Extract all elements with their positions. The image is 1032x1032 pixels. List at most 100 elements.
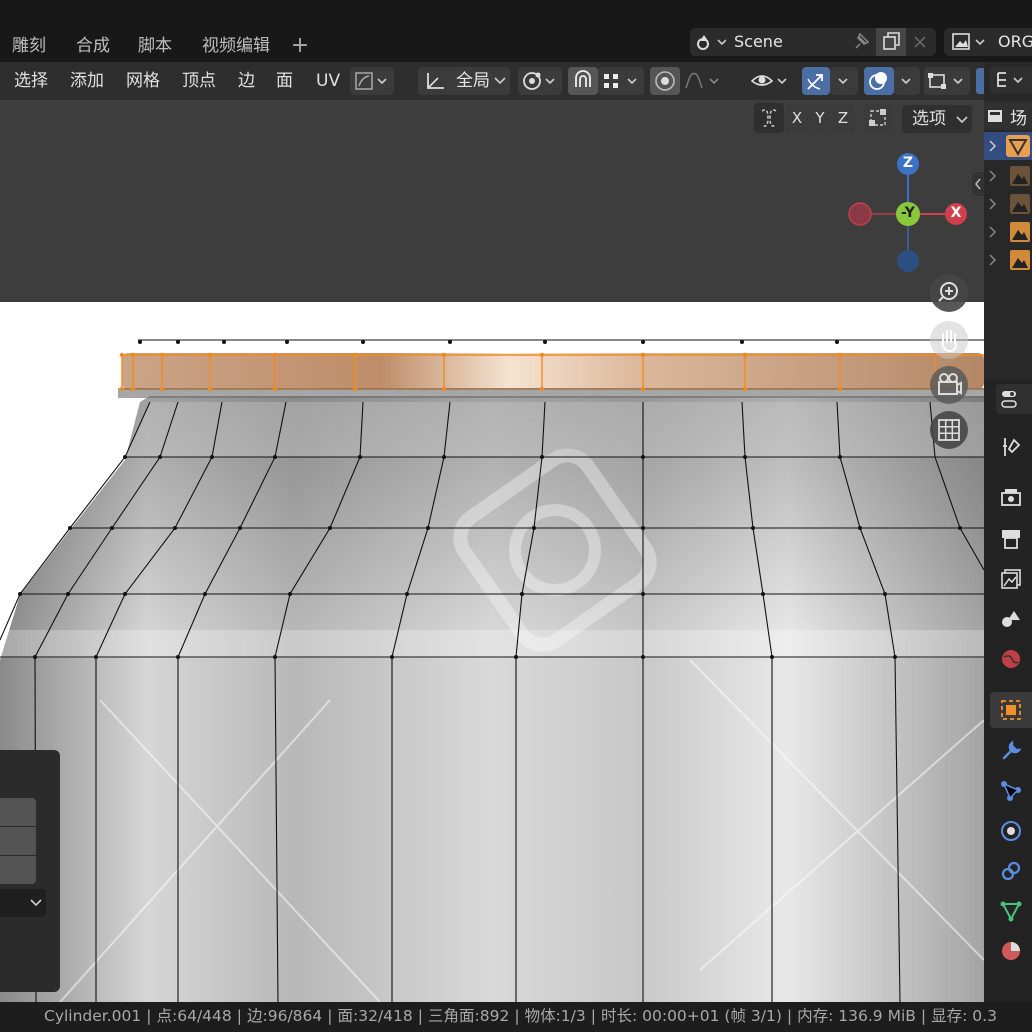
gizmo-toggle[interactable] bbox=[802, 67, 830, 95]
menu-add[interactable]: 添加 bbox=[70, 62, 104, 100]
gizmo-y-label: -Y bbox=[901, 205, 915, 221]
tool-icon[interactable] bbox=[1000, 436, 1022, 458]
menu-mesh[interactable]: 网格 bbox=[126, 62, 160, 100]
status-edges: 边:96/864 bbox=[247, 1007, 323, 1025]
material-icon[interactable] bbox=[1000, 940, 1022, 962]
zoom-button[interactable] bbox=[930, 274, 968, 312]
snap-toggle[interactable] bbox=[568, 67, 598, 95]
transform-pivot-icon bbox=[523, 72, 555, 90]
status-time: 时长: 00:00+01 (帧 3/1) bbox=[600, 1007, 782, 1025]
properties-editor-type[interactable] bbox=[996, 384, 1032, 414]
menu-face[interactable]: 面 bbox=[276, 62, 293, 100]
operator-dropdown[interactable] bbox=[0, 889, 46, 917]
3d-viewport[interactable]: Z X -Y bbox=[0, 100, 984, 1002]
output-icon[interactable] bbox=[1000, 528, 1022, 550]
transform-orientation-dropdown[interactable]: 全局 bbox=[418, 67, 510, 95]
view-layer-icon[interactable] bbox=[1000, 568, 1022, 590]
constraints-icon[interactable] bbox=[1000, 860, 1022, 882]
ortho-toggle-button[interactable] bbox=[930, 411, 968, 449]
physics-icon[interactable] bbox=[1000, 820, 1022, 842]
modifier-icon[interactable] bbox=[1000, 740, 1022, 762]
render-icon[interactable] bbox=[1000, 486, 1022, 508]
gizmo-z-label: Z bbox=[902, 155, 914, 171]
status-verts: 点:64/448 bbox=[156, 1007, 232, 1025]
outliner-row-2[interactable] bbox=[984, 162, 1032, 190]
uv-sync-dropdown[interactable] bbox=[350, 67, 394, 95]
overlay-dropdown[interactable] bbox=[894, 67, 920, 95]
chevron-down-icon bbox=[30, 899, 42, 907]
mirror-axis-group: X Y Z bbox=[746, 103, 896, 133]
pin-icon[interactable] bbox=[850, 32, 872, 52]
image-icon bbox=[952, 33, 985, 50]
tab-scripting[interactable]: 脚本 bbox=[138, 30, 172, 62]
gizmo-dropdown[interactable] bbox=[830, 67, 858, 95]
mesh-edit-overlay-dropdown[interactable] bbox=[924, 67, 970, 95]
status-faces: 面:32/418 bbox=[337, 1007, 413, 1025]
menu-select[interactable]: 选择 bbox=[14, 62, 48, 100]
scene-selector[interactable]: Scene bbox=[690, 28, 936, 56]
zoom-icon bbox=[938, 282, 958, 302]
scene-properties-icon[interactable] bbox=[1000, 608, 1022, 630]
visibility-icon bbox=[750, 75, 787, 86]
world-icon[interactable] bbox=[1000, 648, 1022, 670]
object-icon bbox=[1001, 700, 1021, 720]
sidebar-toggle[interactable] bbox=[972, 172, 984, 196]
mirror-y-button[interactable]: Y bbox=[809, 104, 831, 132]
camera-view-button[interactable] bbox=[930, 366, 968, 404]
scene-icon bbox=[697, 35, 726, 50]
object-properties-tab[interactable] bbox=[990, 692, 1032, 728]
xray-icon bbox=[928, 73, 963, 89]
status-tris: 三角面:892 bbox=[428, 1007, 510, 1025]
mirror-x-button[interactable]: X bbox=[786, 104, 808, 132]
pivot-point-dropdown[interactable] bbox=[518, 67, 562, 95]
operator-field-2[interactable] bbox=[0, 827, 36, 855]
view-layer-selector[interactable]: ORG bbox=[944, 28, 1032, 56]
pan-button[interactable] bbox=[930, 321, 968, 359]
proportional-falloff-dropdown[interactable] bbox=[680, 67, 726, 95]
particles-icon[interactable] bbox=[1000, 780, 1022, 802]
mirror-icon[interactable] bbox=[754, 103, 784, 133]
hand-icon bbox=[941, 330, 957, 353]
menu-edge[interactable]: 边 bbox=[238, 62, 255, 100]
viewport-header: 选择 添加 网格 顶点 边 面 UV 全局 bbox=[0, 62, 984, 100]
operator-field-1[interactable] bbox=[0, 798, 36, 826]
gizmo-icon bbox=[807, 74, 823, 90]
auto-merge-icon[interactable] bbox=[864, 104, 892, 132]
outliner-row-5[interactable] bbox=[984, 246, 1032, 274]
outliner-display-mode[interactable] bbox=[990, 66, 1032, 94]
menu-vertex[interactable]: 顶点 bbox=[182, 62, 216, 100]
workspace-bar: 雕刻 合成 脚本 视频编辑 + Scene ORG bbox=[0, 0, 1032, 62]
gizmo-x-label: X bbox=[950, 205, 962, 221]
outliner-row-4[interactable] bbox=[984, 218, 1032, 246]
proportional-edit-toggle[interactable] bbox=[650, 67, 680, 95]
transform-orientation-label: 全局 bbox=[456, 71, 490, 91]
outliner-row-3[interactable] bbox=[984, 190, 1032, 218]
mirror-z-button[interactable]: Z bbox=[832, 104, 854, 132]
add-workspace-button[interactable]: + bbox=[288, 30, 312, 62]
outliner-header: 场 bbox=[984, 102, 1032, 130]
overlay-toggle[interactable] bbox=[864, 67, 894, 95]
data-icon[interactable] bbox=[1000, 900, 1022, 922]
options-dropdown[interactable]: 选项 bbox=[902, 105, 972, 133]
last-operator-panel[interactable] bbox=[0, 750, 60, 992]
tab-sculpt[interactable]: 雕刻 bbox=[12, 30, 46, 62]
snap-icon bbox=[575, 70, 591, 87]
close-icon[interactable] bbox=[912, 34, 928, 50]
tab-compositing[interactable]: 合成 bbox=[76, 30, 110, 62]
snap-target-dropdown[interactable] bbox=[598, 67, 644, 95]
operator-field-3[interactable] bbox=[0, 856, 36, 884]
shading-mode-button[interactable] bbox=[976, 68, 984, 94]
outliner[interactable]: 场 bbox=[984, 62, 1032, 380]
menu-uv[interactable]: UV bbox=[316, 62, 340, 100]
options-label: 选项 bbox=[912, 109, 946, 129]
view-layer-name[interactable]: ORG bbox=[998, 28, 1032, 56]
outliner-row-selected[interactable] bbox=[984, 132, 1032, 160]
copy-icon[interactable] bbox=[876, 28, 906, 56]
mesh-render[interactable] bbox=[0, 100, 984, 1002]
scene-name[interactable]: Scene bbox=[734, 28, 834, 56]
outliner-title: 场 bbox=[1010, 109, 1027, 129]
status-objects: 物体:1/3 bbox=[524, 1007, 586, 1025]
visibility-dropdown[interactable] bbox=[748, 67, 794, 95]
tab-video-editing[interactable]: 视频编辑 bbox=[202, 30, 270, 62]
proportional-icon bbox=[655, 71, 675, 91]
